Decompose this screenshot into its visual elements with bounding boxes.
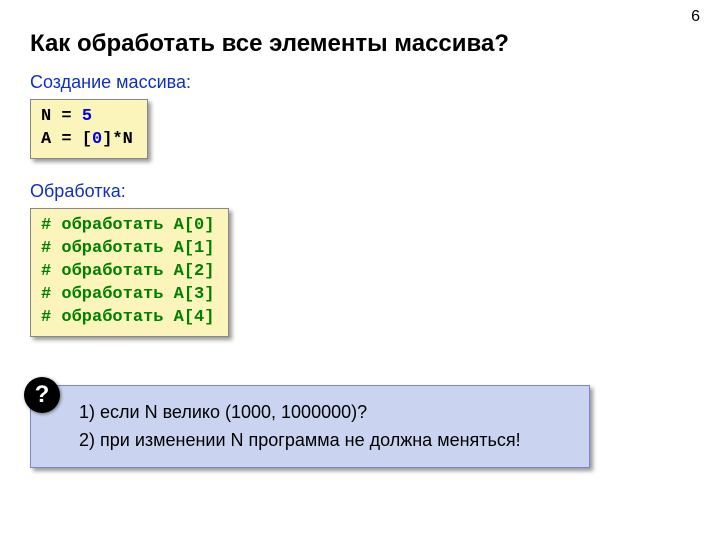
code-text: A = [: [41, 130, 92, 149]
section-process-label: Обработка:: [30, 181, 690, 202]
code-comment: # обработать A[0]: [41, 215, 214, 238]
code-comment: # обработать A[4]: [41, 307, 214, 330]
section-create-label: Создание массива:: [30, 72, 690, 93]
code-comment: # обработать A[2]: [41, 261, 214, 284]
code-process-box: # обработать A[0] # обработать A[1] # об…: [30, 208, 229, 337]
code-text: N =: [41, 107, 82, 126]
question-mark-icon: ?: [35, 383, 50, 407]
code-text: ]*N: [102, 130, 133, 149]
note-line-2: 2) при изменении N программа не должна м…: [79, 426, 571, 455]
slide-title: Как обработать все элементы массива?: [30, 30, 690, 58]
code-comment: # обработать A[1]: [41, 238, 214, 261]
code-create-box: N = 5 A = [0]*N: [30, 99, 148, 159]
question-badge: ?: [24, 377, 60, 413]
code-number: 0: [92, 130, 102, 149]
code-number: 5: [82, 107, 92, 126]
note-container: ? 1) если N велико (1000, 1000000)? 2) п…: [30, 385, 690, 469]
page-number: 6: [691, 8, 700, 26]
note-box: 1) если N велико (1000, 1000000)? 2) при…: [30, 385, 590, 469]
code-line: N = 5: [41, 106, 133, 129]
note-line-1: 1) если N велико (1000, 1000000)?: [79, 398, 571, 427]
code-line: A = [0]*N: [41, 129, 133, 152]
code-comment: # обработать A[3]: [41, 284, 214, 307]
